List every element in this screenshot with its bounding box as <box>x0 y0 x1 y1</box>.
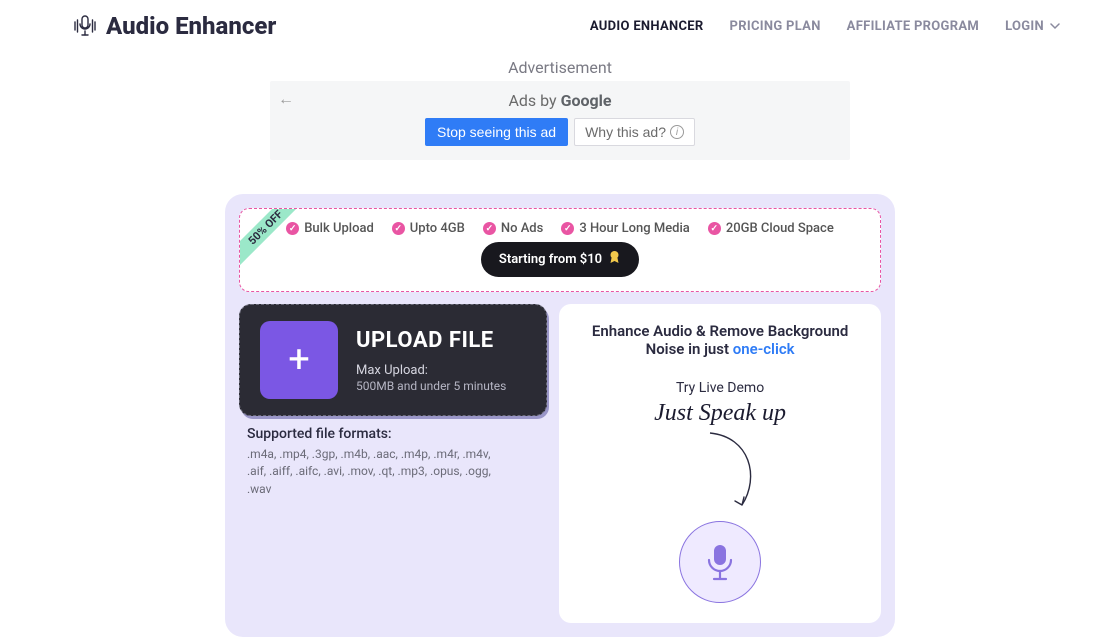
just-speak-up-text: Just Speak up <box>573 400 867 427</box>
supported-formats-list: .m4a, .mp4, .3gp, .m4b, .aac, .m4p, .m4r… <box>247 446 497 498</box>
upload-title: UPLOAD FILE <box>356 328 506 353</box>
feature-cloud-space: ✓20GB Cloud Space <box>708 221 834 236</box>
discount-ribbon: 50% OFF <box>239 208 311 273</box>
live-demo-panel: Enhance Audio & Remove Background Noise … <box>559 304 881 623</box>
why-this-ad-label: Why this ad? <box>585 124 666 140</box>
upload-max-label: Max Upload: <box>356 363 506 378</box>
nav-audio-enhancer[interactable]: AUDIO ENHANCER <box>590 19 704 34</box>
why-this-ad-button[interactable]: Why this ad? i <box>574 118 695 146</box>
advertisement-label: Advertisement <box>0 58 1120 77</box>
brand-logo[interactable]: Audio Enhancer <box>72 12 276 40</box>
ad-title-brand: Google <box>561 91 612 110</box>
check-icon: ✓ <box>561 222 574 235</box>
top-nav: AUDIO ENHANCER PRICING PLAN AFFILIATE PR… <box>590 19 1060 34</box>
nav-login[interactable]: LOGIN <box>1005 19 1060 34</box>
stop-seeing-ad-button[interactable]: Stop seeing this ad <box>425 118 568 146</box>
curved-arrow-icon <box>650 427 790 517</box>
nav-affiliate-program[interactable]: AFFILIATE PROGRAM <box>847 19 979 34</box>
upload-max-value: 500MB and under 5 minutes <box>356 379 506 393</box>
main-card: 50% OFF ✓Bulk Upload ✓Upto 4GB ✓No Ads ✓… <box>225 194 895 637</box>
advertisement-panel: ← Ads by Google Stop seeing this ad Why … <box>270 81 850 160</box>
microphone-waves-icon <box>72 13 98 39</box>
plus-icon: + <box>260 321 338 399</box>
price-label: Starting from $10 <box>499 252 602 267</box>
promo-banner: 50% OFF ✓Bulk Upload ✓Upto 4GB ✓No Ads ✓… <box>239 208 881 292</box>
check-icon: ✓ <box>708 222 721 235</box>
login-label: LOGIN <box>1005 19 1044 34</box>
feature-bulk-upload: ✓Bulk Upload <box>286 221 374 236</box>
try-live-demo-label: Try Live Demo <box>573 380 867 396</box>
brand-name: Audio Enhancer <box>106 12 276 40</box>
check-icon: ✓ <box>286 222 299 235</box>
hero-title: Enhance Audio & Remove Background Noise … <box>573 322 867 358</box>
feature-no-ads: ✓No Ads <box>483 221 543 236</box>
check-icon: ✓ <box>483 222 496 235</box>
check-icon: ✓ <box>392 222 405 235</box>
nav-pricing-plan[interactable]: PRICING PLAN <box>730 19 821 34</box>
chevron-down-icon <box>1050 21 1060 31</box>
microphone-record-button[interactable] <box>679 521 761 603</box>
feature-3-hour-media: ✓3 Hour Long Media <box>561 221 690 236</box>
supported-formats-title: Supported file formats: <box>247 426 539 442</box>
one-click-link[interactable]: one-click <box>733 340 795 358</box>
info-icon: i <box>670 125 684 139</box>
award-badge-icon <box>608 250 621 269</box>
feature-upto-4gb: ✓Upto 4GB <box>392 221 465 236</box>
ad-title: Ads by Google <box>280 91 840 110</box>
ad-title-prefix: Ads by <box>508 91 560 110</box>
price-pill[interactable]: Starting from $10 <box>481 242 639 277</box>
upload-file-card[interactable]: + UPLOAD FILE Max Upload: 500MB and unde… <box>239 304 547 416</box>
ad-back-arrow-icon[interactable]: ← <box>278 89 294 109</box>
microphone-icon <box>703 542 737 582</box>
